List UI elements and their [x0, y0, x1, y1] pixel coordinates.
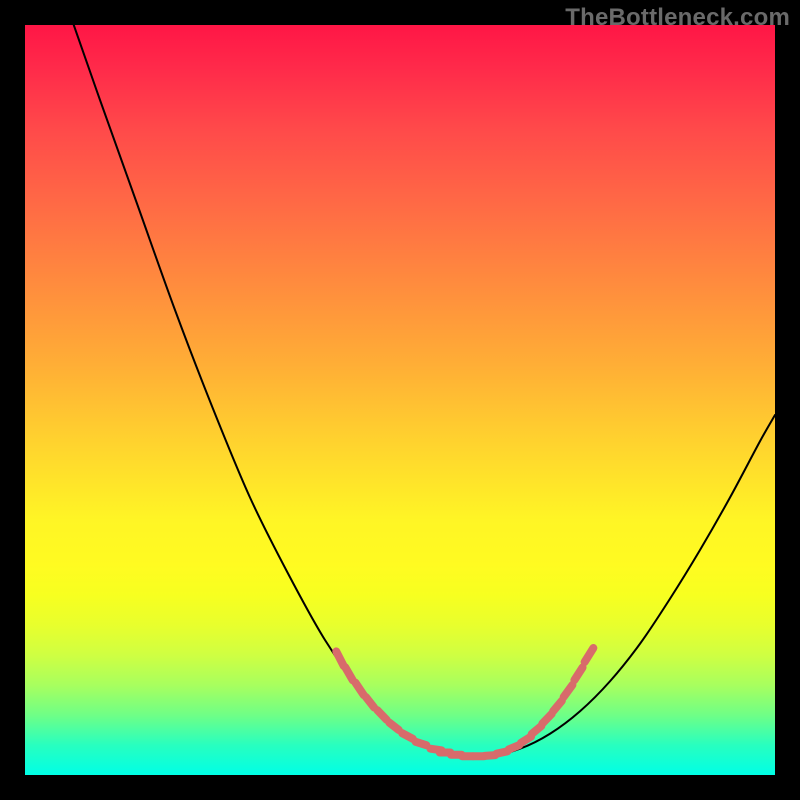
hatch-mark [345, 667, 353, 680]
hatch-mark [416, 742, 427, 745]
hatch-mark [574, 667, 582, 680]
hatch-mark [389, 723, 398, 730]
hatch-mark [366, 697, 374, 708]
curve-svg [25, 25, 775, 775]
plot-area [25, 25, 775, 775]
hatch-mark [402, 733, 413, 739]
hatch-mark [585, 648, 594, 662]
hatch-mark [532, 726, 542, 734]
hatch-mark [336, 651, 344, 666]
hatch-mark [542, 714, 551, 724]
bottleneck-curve [74, 25, 775, 757]
valley-hatch-marks [336, 648, 593, 756]
watermark: TheBottleneck.com [565, 4, 790, 32]
chart-frame: TheBottleneck.com [0, 0, 800, 800]
hatch-mark [553, 701, 562, 711]
hatch-mark [564, 685, 573, 697]
hatch-mark [509, 745, 519, 749]
hatch-mark [377, 710, 386, 720]
hatch-mark [355, 683, 363, 695]
